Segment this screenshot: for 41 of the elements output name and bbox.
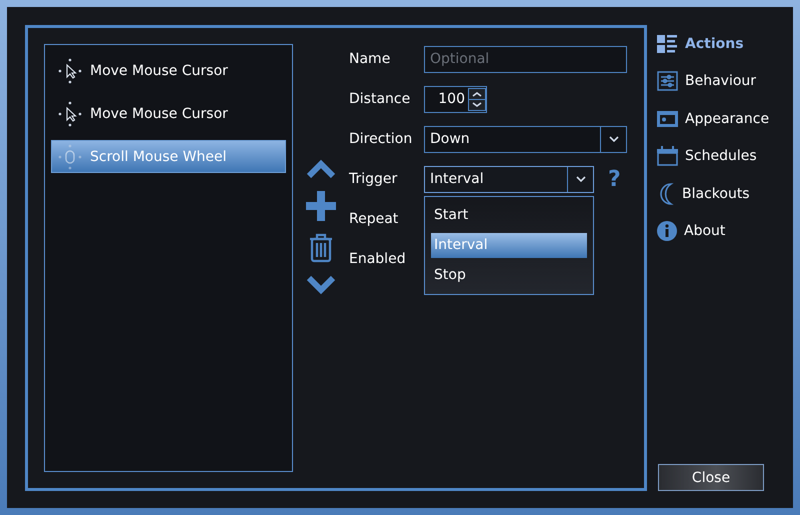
chevron-up-icon[interactable] [306, 159, 336, 179]
list-icon [657, 34, 678, 53]
chevron-down-icon [576, 176, 586, 182]
spin-arrows-icon[interactable] [468, 88, 486, 110]
action-label: Move Mouse Cursor [90, 62, 228, 78]
field-label: Direction [349, 131, 414, 147]
action-label: Scroll Mouse Wheel [90, 148, 227, 164]
dropdown-option[interactable]: Stop [431, 263, 587, 288]
chevron-down-icon [608, 136, 618, 142]
plus-icon[interactable] [306, 191, 336, 221]
screen-icon [657, 110, 678, 127]
moon-icon [657, 182, 675, 205]
action-label: Move Mouse Cursor [90, 106, 228, 122]
field-label: Enabled [349, 251, 407, 267]
nav-item[interactable]: Appearance [657, 100, 775, 138]
sliders-icon [657, 71, 678, 92]
dropdown[interactable]: Interval [424, 166, 594, 192]
calendar-icon [657, 146, 678, 166]
field-label: Repeat [349, 211, 400, 227]
trash-icon[interactable] [309, 233, 333, 263]
info-icon [657, 221, 677, 242]
action-item[interactable]: Move Mouse Cursor [51, 54, 286, 87]
field-label: Trigger [349, 171, 398, 187]
field-label: Name [349, 51, 392, 67]
name-field[interactable]: Optional [424, 46, 627, 72]
nav-item[interactable]: About [657, 212, 775, 250]
number-spinner[interactable]: 100 [424, 86, 487, 112]
dropdown[interactable]: Down [424, 126, 627, 152]
nav-item[interactable]: Actions [657, 25, 775, 62]
help-icon[interactable]: ? [608, 166, 621, 192]
action-item[interactable]: Move Mouse Cursor [51, 97, 286, 130]
field-label: Distance [349, 91, 412, 107]
nav-item[interactable]: Blackouts [657, 175, 775, 212]
close-button[interactable]: Close [658, 464, 764, 491]
cursor-move-icon [58, 58, 82, 84]
nav-item[interactable]: Behaviour [657, 62, 775, 100]
nav-item[interactable]: Schedules [657, 138, 775, 175]
cursor-move-icon [58, 100, 82, 126]
chevron-down-icon[interactable] [306, 275, 336, 295]
scroll-wheel-icon [58, 144, 82, 170]
dropdown-option[interactable]: Start [431, 203, 587, 228]
